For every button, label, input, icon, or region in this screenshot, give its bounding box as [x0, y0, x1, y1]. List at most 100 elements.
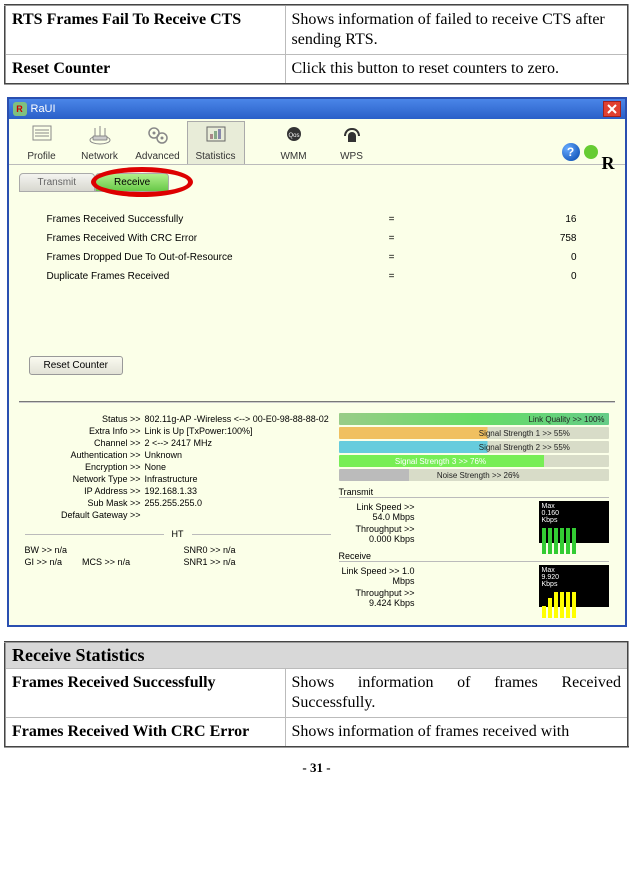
equals: =: [377, 233, 407, 244]
tx-throughput: Throughput >> 0.000 Kbps: [339, 524, 419, 544]
main-toolbar: Profile Network Advanced Statistics Qos …: [9, 119, 625, 165]
toolbar-network[interactable]: Network: [71, 122, 129, 164]
stat-label: Frames Dropped Due To Out-of-Resource: [47, 252, 377, 263]
toolbar-label: Profile: [13, 151, 71, 162]
app-icon: R: [13, 102, 27, 116]
stat-value: 758: [407, 233, 595, 244]
toolbar-label: WPS: [323, 151, 381, 162]
wps-icon: [339, 124, 365, 146]
stat-row: Frames Received Successfully = 16: [47, 210, 595, 229]
info-val: 192.168.1.33: [145, 486, 331, 496]
stat-label: Frames Received With CRC Error: [47, 233, 377, 244]
rx-link-speed: Link Speed >> 1.0 Mbps: [339, 566, 419, 586]
wmm-icon: Qos: [281, 124, 307, 146]
stat-row: Frames Dropped Due To Out-of-Resource = …: [47, 248, 595, 267]
stat-label: Duplicate Frames Received: [47, 271, 377, 282]
sub-tabs: Transmit Receive: [19, 173, 615, 192]
section-header: Receive Statistics: [5, 642, 628, 669]
signal-strength-3-bar: Signal Strength 3 >> 76%: [339, 455, 609, 467]
profile-icon: [29, 124, 55, 146]
row-desc: Shows information of failed to receive C…: [285, 5, 628, 55]
info-lbl: Default Gateway >>: [25, 510, 145, 520]
statistics-icon: [203, 124, 229, 146]
graph-unit: Kbps: [542, 517, 606, 524]
tab-transmit[interactable]: Transmit: [19, 173, 96, 192]
toolbar-label: Statistics: [188, 151, 244, 162]
row-label: Frames Received With CRC Error: [5, 718, 285, 748]
toolbar-profile[interactable]: Profile: [13, 122, 71, 164]
info-lbl: Encryption >>: [25, 462, 145, 472]
titlebar: R RaUI: [9, 99, 625, 119]
ht-gi: GI >> n/a: [25, 557, 63, 567]
link-quality-bar: Link Quality >> 100%: [339, 413, 609, 425]
stat-value: 16: [407, 214, 595, 225]
info-lbl: Network Type >>: [25, 474, 145, 484]
equals: =: [377, 252, 407, 263]
info-val: None: [145, 462, 331, 472]
reset-counter-button[interactable]: Reset Counter: [29, 356, 123, 375]
page-number: - 31 -: [4, 760, 629, 776]
transmit-title: Transmit: [339, 487, 609, 498]
stat-row: Frames Received With CRC Error = 758: [47, 229, 595, 248]
graph-max: Max: [542, 567, 606, 574]
ht-snr0: SNR0 >> n/a: [184, 545, 331, 555]
toolbar-statistics[interactable]: Statistics: [187, 121, 245, 164]
graph-val: 0.160: [542, 510, 606, 517]
info-lbl: Extra Info >>: [25, 426, 145, 436]
ht-snr1: SNR1 >> n/a: [184, 557, 331, 567]
top-definition-table: RTS Frames Fail To Receive CTS Shows inf…: [4, 4, 629, 85]
info-val: 802.11g-AP -Wireless <--> 00-E0-98-88-88…: [145, 414, 331, 424]
info-lbl: Channel >>: [25, 438, 145, 448]
info-lbl: IP Address >>: [25, 486, 145, 496]
row-label: Reset Counter: [5, 55, 285, 85]
ht-grid: BW >> n/a SNR0 >> n/a GI >> n/a MCS >> n…: [25, 545, 331, 567]
ht-divider: HT: [25, 529, 331, 539]
rx-graph: Max 9.920 Kbps: [539, 565, 609, 607]
signal-strength-2-bar: Signal Strength 2 >> 55%: [339, 441, 609, 453]
row-desc: Shows information of frames received wit…: [285, 718, 628, 748]
toolbar-wmm[interactable]: Qos WMM: [265, 122, 323, 164]
toolbar-label: WMM: [265, 151, 323, 162]
graph-unit: Kbps: [542, 581, 606, 588]
info-val: [145, 510, 331, 520]
toolbar-advanced[interactable]: Advanced: [129, 122, 187, 164]
info-val: Link is Up [TxPower:100%]: [145, 426, 331, 436]
stat-value: 0: [407, 271, 595, 282]
toolbar-label: Network: [71, 151, 129, 162]
stat-label: Frames Received Successfully: [47, 214, 377, 225]
row-desc: Click this button to reset counters to z…: [285, 55, 628, 85]
row-desc: Shows information of frames Received Suc…: [285, 669, 628, 718]
close-button[interactable]: [603, 101, 621, 117]
equals: =: [377, 271, 407, 282]
divider: [19, 401, 615, 403]
close-icon: [607, 104, 617, 114]
svg-text:Qos: Qos: [288, 133, 299, 139]
info-val: 255.255.255.0: [145, 498, 331, 508]
receive-statistics-list: Frames Received Successfully = 16 Frames…: [47, 210, 595, 286]
signal-panel: Link Quality >> 100% Signal Strength 1 >…: [339, 413, 609, 609]
tab-receive[interactable]: Receive: [95, 173, 169, 192]
info-lbl: Authentication >>: [25, 450, 145, 460]
graph-val: 9.920: [542, 574, 606, 581]
radio-on-icon[interactable]: [584, 145, 598, 159]
info-val: Infrastructure: [145, 474, 331, 484]
r-corner-label: R: [602, 153, 615, 174]
window-title: RaUI: [31, 103, 56, 115]
toolbar-wps[interactable]: WPS: [323, 122, 381, 164]
row-label: Frames Received Successfully: [5, 669, 285, 718]
toolbar-label: Advanced: [129, 151, 187, 162]
ht-bw: BW >> n/a: [25, 545, 172, 555]
stat-row: Duplicate Frames Received = 0: [47, 267, 595, 286]
row-label: RTS Frames Fail To Receive CTS: [5, 5, 285, 55]
info-val: Unknown: [145, 450, 331, 460]
signal-strength-1-bar: Signal Strength 1 >> 55%: [339, 427, 609, 439]
info-val: 2 <--> 2417 MHz: [145, 438, 331, 448]
transmit-block: Transmit Link Speed >> 54.0 Mbps Through…: [339, 487, 609, 545]
graph-max: Max: [542, 503, 606, 510]
rx-throughput: Throughput >> 9.424 Kbps: [339, 588, 419, 608]
app-window: R RaUI Profile Network Advanced Statisti…: [7, 97, 627, 627]
status-panel: Status >>802.11g-AP -Wireless <--> 00-E0…: [19, 413, 615, 617]
help-icon[interactable]: ?: [562, 143, 580, 161]
tx-link-speed: Link Speed >> 54.0 Mbps: [339, 502, 419, 522]
noise-strength-bar: Noise Strength >> 26%: [339, 469, 609, 481]
